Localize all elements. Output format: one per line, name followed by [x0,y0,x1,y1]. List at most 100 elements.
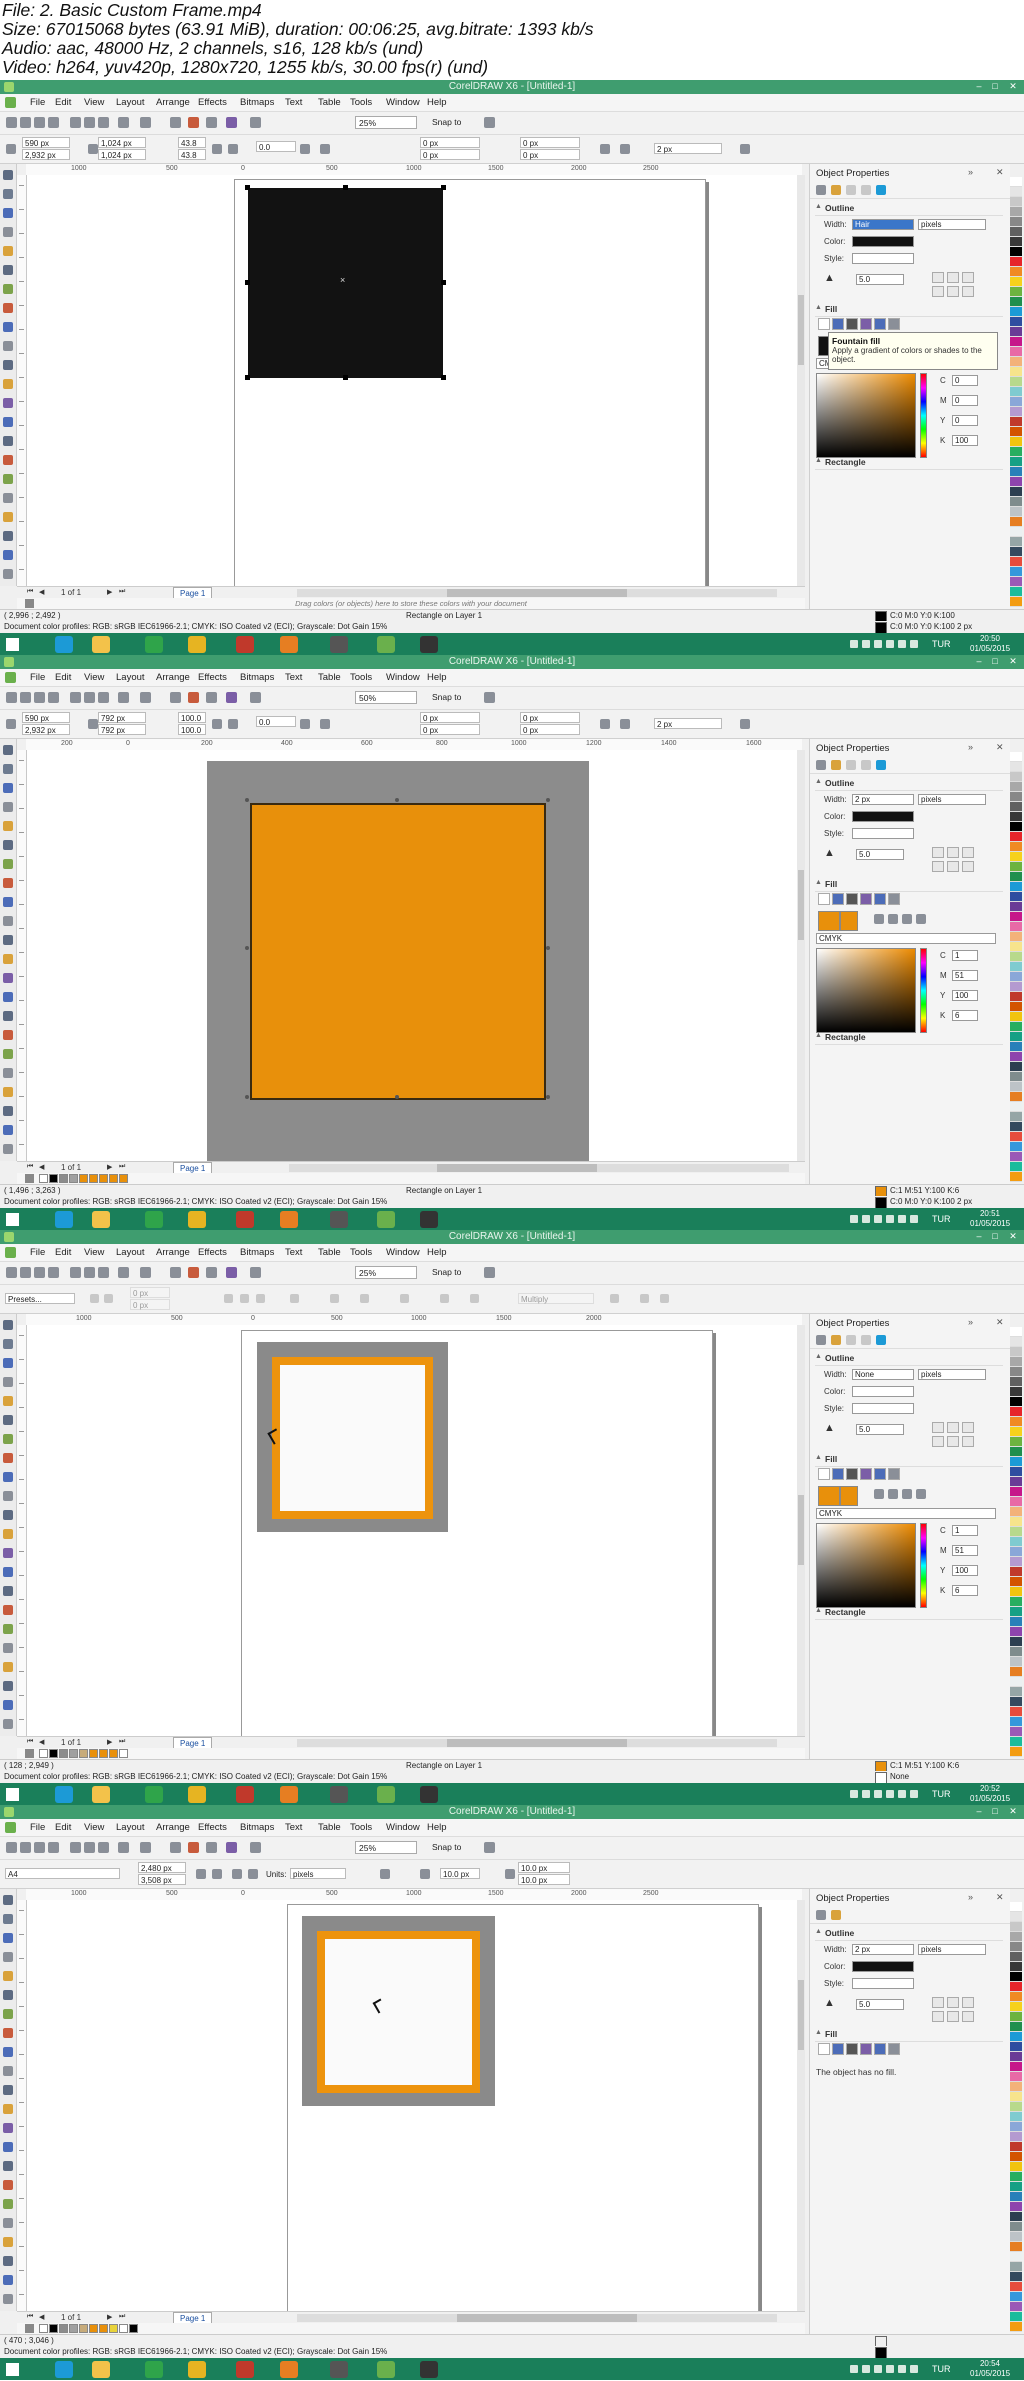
internet-explorer-icon[interactable] [55,1786,73,1803]
palette-color-swatch[interactable] [1010,1407,1022,1417]
palette-color-swatch[interactable] [1010,297,1022,307]
search-icon[interactable] [170,1842,181,1853]
chrome-icon[interactable] [188,636,206,653]
line-cap-join-icon[interactable] [932,1997,944,2008]
film-icon[interactable] [420,1786,438,1803]
palette-swatch[interactable] [99,1174,108,1183]
page-width-field[interactable]: 2,480 px [138,1862,186,1873]
file-explorer-icon[interactable] [92,1211,110,1228]
fill-section[interactable]: ▲ Fill [815,304,1003,317]
palette-color-swatch[interactable] [1010,1627,1022,1637]
menu-bitmaps[interactable]: Bitmaps [240,672,274,683]
horizontal-scrollbar-thumb[interactable] [437,1164,597,1172]
palette-color-swatch[interactable] [1010,2012,1022,2022]
portrait-icon[interactable] [196,1869,206,1879]
corner-radius-b-field[interactable]: 0 px [420,149,480,160]
undo-icon[interactable] [118,117,129,128]
palette-color-swatch[interactable] [1010,1727,1022,1737]
shadow-tool-icon-5[interactable] [256,1294,265,1303]
palette-color-swatch[interactable] [1010,377,1022,387]
vertical-scrollbar[interactable] [797,750,805,1161]
palette-color-swatch[interactable] [1010,2322,1022,2332]
vertical-scrollbar[interactable] [797,175,805,586]
menu-file[interactable]: File [30,1822,45,1833]
palette-color-swatch[interactable] [1010,2152,1022,2162]
last-page-icon[interactable]: ⏭ [119,588,125,596]
corners-tab-icon[interactable] [861,1335,871,1345]
shape-tool-icon[interactable] [3,189,13,199]
prev-page-icon[interactable]: ◀ [39,1738,44,1746]
palette-color-swatch[interactable] [1010,2202,1022,2212]
system-tray-icon[interactable] [874,1215,882,1223]
system-tray-icon[interactable] [850,1790,858,1798]
palette-color-swatch[interactable] [1010,992,1022,1002]
palette-color-swatch[interactable] [1010,1607,1022,1617]
palette-color-swatch[interactable] [1010,922,1022,932]
menu-window[interactable]: Window [386,672,420,683]
all-pages-icon[interactable] [232,1869,242,1879]
palette-color-swatch[interactable] [1010,1052,1022,1062]
cmyk-value-c[interactable]: 1 [952,950,978,961]
ellipse-tool-icon[interactable] [3,878,13,888]
menu-tools[interactable]: Tools [350,672,372,683]
palette-menu-icon[interactable] [25,1174,34,1183]
palette-color-swatch[interactable] [1010,1022,1022,1032]
smart-drawing-icon[interactable] [3,569,13,579]
palette-color-swatch[interactable] [1010,862,1022,872]
palette-color-swatch[interactable] [1010,1032,1022,1042]
palette-color-swatch[interactable] [1010,1377,1022,1387]
outline-style-picker[interactable] [852,1403,914,1414]
menu-table[interactable]: Table [318,97,341,108]
shadow-tool-icon-4[interactable] [240,1294,249,1303]
outline-section[interactable]: ▲ Outline [815,203,1003,216]
save-icon[interactable] [34,1842,45,1853]
current-page-icon[interactable] [248,1869,258,1879]
position-icon[interactable] [6,719,16,729]
palette-color-swatch[interactable] [1010,407,1022,417]
horizontal-scrollbar-thumb[interactable] [457,2314,637,2322]
rectangle-tool-icon[interactable] [3,284,13,294]
palette-color-swatch[interactable] [1010,1902,1022,1912]
miter-limit-field[interactable]: 5.0 [856,849,904,860]
menu-effects[interactable]: Effects [198,1247,227,1258]
menu-layout[interactable]: Layout [116,1822,145,1833]
menu-help[interactable]: Help [427,1822,447,1833]
line-cap-join-icon[interactable] [962,272,974,283]
open-icon[interactable] [20,1267,31,1278]
first-page-icon[interactable]: ⏮ [27,2313,33,2321]
palette-swatch[interactable] [129,2324,138,2333]
outline-style-picker[interactable] [852,1978,914,1989]
options-icon[interactable] [484,1267,495,1278]
color-viewer-icon[interactable] [888,1489,898,1499]
outline-style-picker[interactable] [852,253,914,264]
maximize-icon[interactable]: □ [988,656,1002,666]
taskbar-clock[interactable]: 20:50 01/05/2015 [970,634,1010,654]
ellipse-tool-icon[interactable] [3,303,13,313]
section-toggle-icon[interactable]: ▲ [815,2029,822,2036]
redo-icon[interactable] [140,1842,151,1853]
palette-color-swatch[interactable] [1010,237,1022,247]
file-explorer-icon[interactable] [92,636,110,653]
system-tray-icon[interactable] [910,1790,918,1798]
corner-radius-a-field[interactable]: 0 px [420,137,480,148]
line-cap-join-icon[interactable] [932,2011,944,2022]
coreldraw-icon[interactable] [377,1786,395,1803]
palette-color-swatch[interactable] [1010,1002,1022,1012]
palette-color-swatch[interactable] [1010,1707,1022,1717]
palette-color-swatch[interactable] [1010,2262,1022,2272]
color-picker-field[interactable] [816,1523,916,1608]
media-player-icon[interactable] [236,1786,254,1803]
previous-fill-swatch[interactable] [840,1486,858,1506]
shadow-offset-a-field[interactable]: 0 px [130,1287,170,1298]
palette-color-swatch[interactable] [1010,752,1022,762]
blend-tool-icon[interactable] [3,2161,13,2171]
smart-fill-icon[interactable] [3,840,13,850]
app-launcher-icon[interactable] [226,1842,237,1853]
corner-radius-b-field[interactable]: 0 px [420,724,480,735]
palette-color-swatch[interactable] [1010,1517,1022,1527]
horizontal-scrollbar-thumb[interactable] [447,1739,627,1747]
color-sliders-icon[interactable] [902,1489,912,1499]
search-icon[interactable] [170,692,181,703]
palette-color-swatch[interactable] [1010,277,1022,287]
palette-color-swatch[interactable] [1010,932,1022,942]
